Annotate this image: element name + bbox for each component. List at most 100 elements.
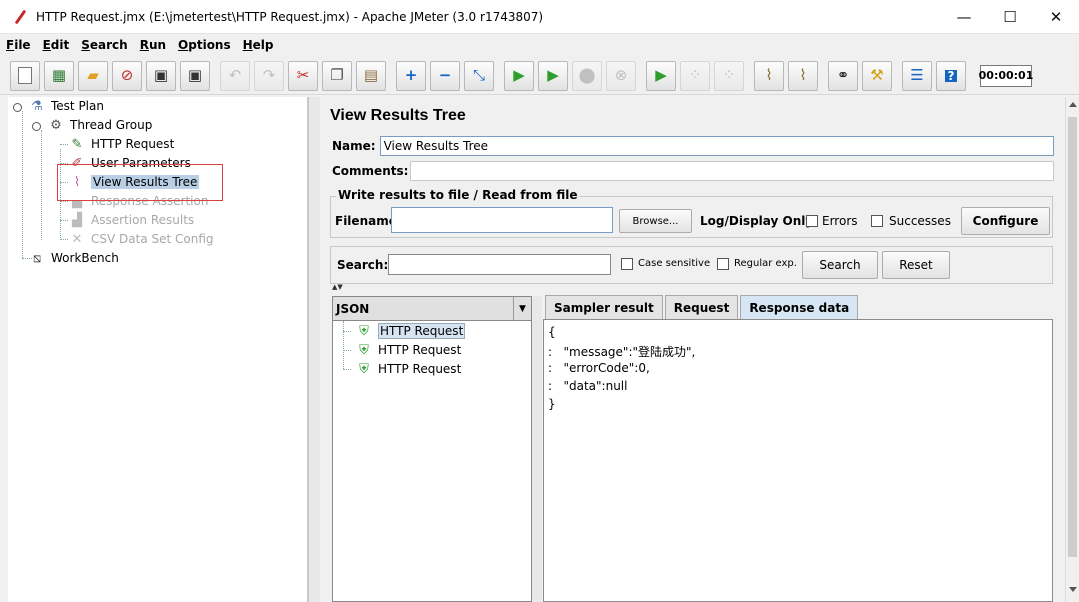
case-sensitive-label: Case sensitive: [638, 258, 711, 269]
split-arrows-icon[interactable]: ▲▼: [332, 283, 343, 291]
menu-options[interactable]: Options: [178, 38, 231, 52]
function-helper-icon[interactable]: ☰: [902, 60, 932, 91]
search-binoculars-icon[interactable]: ⚭: [828, 60, 858, 91]
remote-stop-all-icon[interactable]: ⁘: [680, 60, 710, 91]
window-title: HTTP Request.jmx (E:\jmetertest\HTTP Req…: [36, 9, 544, 24]
scroll-down-icon[interactable]: [1069, 587, 1077, 592]
filename-label: Filename: [335, 214, 397, 228]
beaker-icon: ⚗: [31, 98, 43, 114]
successes-label: Successes: [889, 214, 951, 228]
list-item[interactable]: ⛨ HTTP Request: [355, 322, 466, 340]
expand-all-icon[interactable]: +: [396, 60, 426, 91]
stop-icon[interactable]: ⬤: [572, 60, 602, 91]
redo-icon[interactable]: ↷: [254, 60, 284, 91]
menu-search[interactable]: Search: [81, 38, 127, 52]
regular-exp-checkbox[interactable]: [717, 258, 729, 270]
response-line: : "data":null: [548, 379, 628, 393]
maximize-button[interactable]: ☐: [987, 0, 1033, 34]
search-label: Search:: [337, 258, 389, 272]
scroll-up-icon[interactable]: [1069, 102, 1077, 107]
success-shield-icon: ⛨: [359, 323, 369, 339]
name-field[interactable]: View Results Tree: [379, 136, 1054, 156]
result-splitter[interactable]: [532, 296, 542, 602]
successes-checkbox[interactable]: [871, 215, 883, 227]
list-item[interactable]: ⛨ HTTP Request: [355, 360, 461, 378]
response-line: {: [548, 325, 556, 339]
scroll-thumb[interactable]: [1068, 117, 1077, 557]
filename-input[interactable]: [391, 207, 613, 233]
response-data-view[interactable]: { : "message":"登陆成功", : "errorCode":0, :…: [543, 319, 1053, 602]
tree-node-assertion-results[interactable]: ▟ Assertion Results: [68, 211, 194, 229]
regular-exp-label: Regular exp.: [734, 258, 797, 269]
config-x-icon: ✕: [71, 231, 83, 247]
selection-highlight-box: [57, 164, 223, 201]
collapse-all-icon[interactable]: −: [430, 60, 460, 91]
success-shield-icon: ⛨: [359, 342, 369, 358]
search-input[interactable]: [388, 254, 611, 275]
search-button[interactable]: Search: [802, 251, 878, 279]
clear-icon[interactable]: ⌇: [754, 60, 784, 91]
log-display-only-label: Log/Display Only:: [700, 214, 818, 228]
response-line: }: [548, 397, 556, 411]
panel-title: View Results Tree: [330, 107, 466, 124]
tab-request[interactable]: Request: [664, 295, 739, 319]
menu-help[interactable]: Help: [243, 38, 274, 52]
menu-file[interactable]: File: [6, 38, 31, 52]
shutdown-icon[interactable]: ⊗: [606, 60, 636, 91]
close-button[interactable]: ✕: [1033, 0, 1079, 34]
errors-checkbox[interactable]: [806, 215, 818, 227]
browse-button[interactable]: Browse...: [619, 209, 692, 233]
list-item[interactable]: ⛨ HTTP Request: [355, 341, 461, 359]
reset-search-broom-icon[interactable]: ⚒: [862, 60, 892, 91]
close-file-icon[interactable]: ⊘: [112, 60, 142, 91]
menu-edit[interactable]: Edit: [43, 38, 70, 52]
tree-node-http-request[interactable]: ✎ HTTP Request: [68, 135, 175, 153]
copy-icon[interactable]: ❐: [322, 60, 352, 91]
cut-icon[interactable]: ✂: [288, 60, 318, 91]
save-icon[interactable]: ▣: [146, 60, 176, 91]
undo-icon[interactable]: ↶: [220, 60, 250, 91]
menu-bar: File Edit Search Run Options Help: [0, 34, 1079, 55]
chevron-down-icon[interactable]: ▼: [513, 297, 531, 320]
case-sensitive-checkbox[interactable]: [621, 258, 633, 270]
title-bar: HTTP Request.jmx (E:\jmetertest\HTTP Req…: [0, 0, 1079, 34]
success-shield-icon: ⛨: [359, 361, 369, 377]
listener-icon: ▟: [72, 212, 82, 228]
templates-icon[interactable]: ▦: [44, 60, 74, 91]
menu-run[interactable]: Run: [140, 38, 166, 52]
name-label: Name:: [332, 139, 376, 153]
thread-group-expand-toggle[interactable]: [32, 122, 41, 131]
panel-splitter[interactable]: [308, 97, 320, 602]
tab-response-data[interactable]: Response data: [740, 295, 859, 319]
new-icon[interactable]: [10, 60, 40, 91]
help-icon[interactable]: ?: [936, 60, 966, 91]
gear-icon: ⚙: [50, 117, 62, 133]
workbench-icon: ⧅: [32, 250, 42, 266]
errors-label: Errors: [822, 214, 858, 228]
tree-node-thread-group[interactable]: ⚙ Thread Group: [47, 116, 152, 134]
comments-label: Comments:: [332, 164, 409, 178]
tree-node-test-plan[interactable]: ⚗ Test Plan: [28, 97, 104, 115]
sample-result-list: ⛨ HTTP Request ⛨ HTTP Request ⛨ HTTP Req…: [332, 321, 532, 602]
renderer-select[interactable]: JSON ▼: [332, 296, 532, 321]
configure-button[interactable]: Configure: [961, 207, 1050, 235]
minimize-button[interactable]: —: [941, 0, 987, 34]
remote-shutdown-all-icon[interactable]: ⁘: [714, 60, 744, 91]
clear-all-icon[interactable]: ⌇: [788, 60, 818, 91]
remote-start-all-icon[interactable]: ▶: [646, 60, 676, 91]
start-icon[interactable]: ▶: [504, 60, 534, 91]
reset-button[interactable]: Reset: [882, 251, 950, 279]
result-tabs: Sampler result Request Response data: [545, 295, 860, 319]
vertical-scrollbar[interactable]: [1065, 97, 1079, 602]
comments-field[interactable]: [410, 161, 1054, 181]
paste-icon[interactable]: ▤: [356, 60, 386, 91]
tree-node-workbench[interactable]: ⧅ WorkBench: [28, 249, 119, 267]
jmeter-feather-icon: [12, 9, 28, 25]
start-no-pauses-icon[interactable]: ▶: [538, 60, 568, 91]
open-icon[interactable]: ▰: [78, 60, 108, 91]
save-as-icon[interactable]: ▣: [180, 60, 210, 91]
test-plan-expand-toggle[interactable]: [13, 103, 22, 112]
tab-sampler-result[interactable]: Sampler result: [545, 295, 663, 319]
toggle-icon[interactable]: ⤡: [464, 60, 494, 91]
tree-node-csv-data-set-config[interactable]: ✕ CSV Data Set Config: [68, 230, 214, 248]
